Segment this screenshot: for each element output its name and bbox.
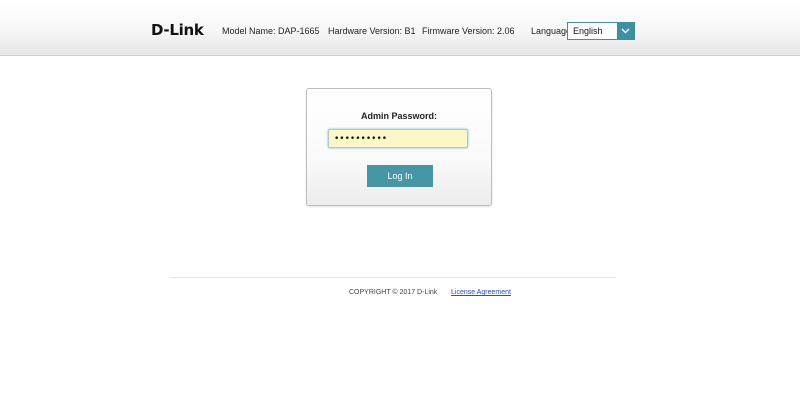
top-header: D-Link Model Name: DAP-1665 Hardware Ver… (0, 0, 800, 56)
firmware-version: Firmware Version: 2.06 (422, 26, 515, 36)
language-dropdown-button[interactable] (617, 23, 634, 39)
dlink-logo: D-Link (151, 21, 204, 39)
copyright-text: COPYRIGHT © 2017 D-Link (349, 289, 438, 296)
admin-password-label: Admin Password: (360, 111, 437, 121)
login-button[interactable]: Log In (367, 165, 433, 187)
admin-password-input[interactable] (328, 129, 468, 148)
language-value: English (573, 26, 603, 36)
language-select[interactable]: English (567, 22, 635, 40)
chevron-down-icon (621, 28, 630, 34)
model-name: Model Name: DAP-1665 (222, 26, 320, 36)
login-panel: Admin Password: Log In (306, 88, 492, 206)
footer-divider (170, 277, 616, 278)
license-agreement-link[interactable]: License Agreement (451, 288, 511, 297)
hardware-version: Hardware Version: B1 (328, 26, 416, 36)
